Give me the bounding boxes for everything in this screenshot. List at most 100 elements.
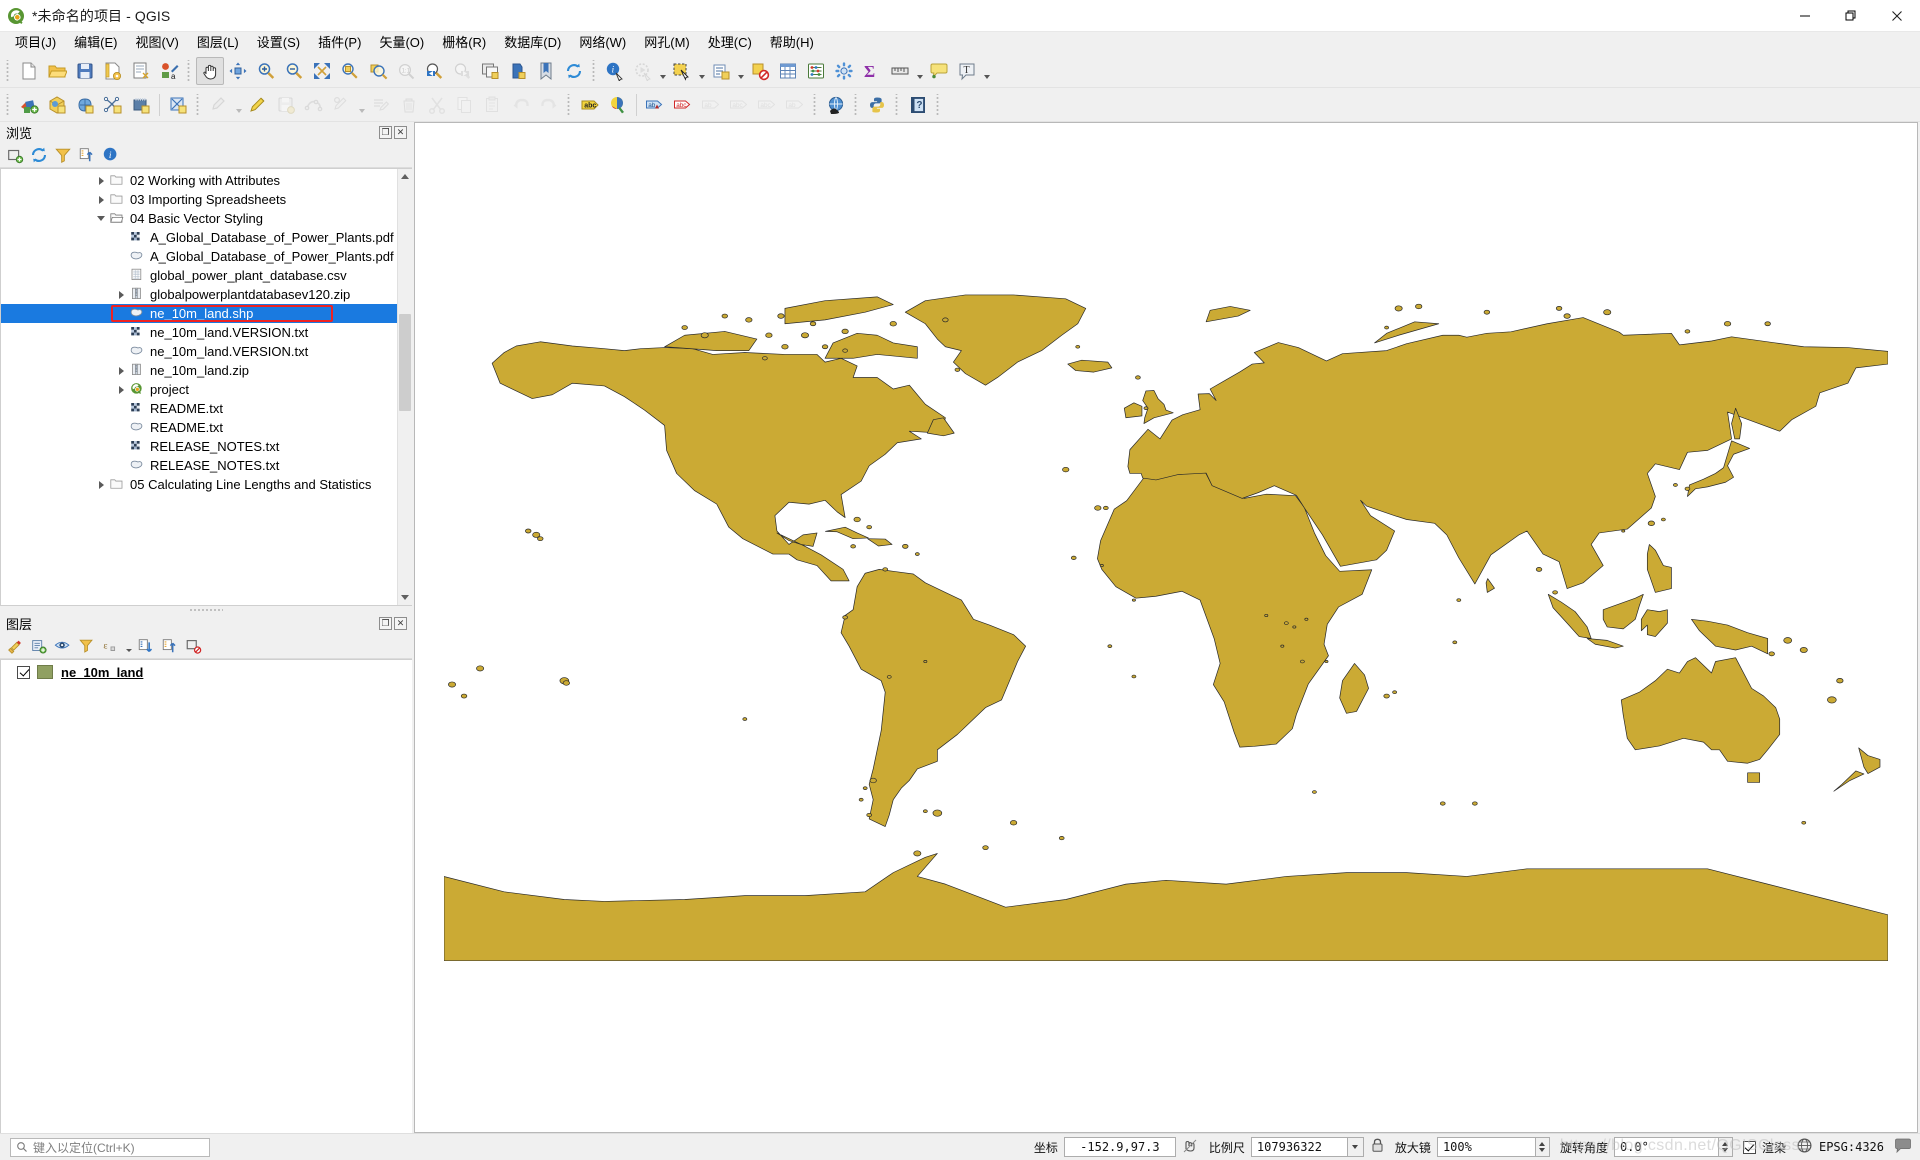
- zoom-to-layer-button[interactable]: [364, 57, 392, 85]
- browser-tree-item[interactable]: ne_10m_land.VERSION.txt: [1, 342, 397, 361]
- new-shapefile-layer-button[interactable]: [164, 91, 192, 119]
- layers-remove-button[interactable]: [183, 635, 205, 657]
- browser-tree-item[interactable]: 05 Calculating Line Lengths and Statisti…: [1, 475, 397, 494]
- bookmarks-button[interactable]: [532, 57, 560, 85]
- browser-tree-item[interactable]: README.txt: [1, 399, 397, 418]
- browser-tree-item[interactable]: ne_10m_land.zip: [1, 361, 397, 380]
- measure-line-button[interactable]: [886, 57, 914, 85]
- browser-tree-item[interactable]: 03 Importing Spreadsheets: [1, 190, 397, 209]
- chevron-right-icon[interactable]: [93, 481, 109, 489]
- deselect-features-button[interactable]: [746, 57, 774, 85]
- open-data-source-manager-button[interactable]: [15, 91, 43, 119]
- python-console-button[interactable]: [863, 91, 891, 119]
- new-project-button[interactable]: [15, 57, 43, 85]
- menu-processing[interactable]: 处理(C): [699, 33, 761, 54]
- browser-tree[interactable]: 02 Working with Attributes 03 Importing S…: [1, 169, 397, 605]
- scrollbar-track[interactable]: [398, 184, 412, 590]
- new-3d-map-view-button[interactable]: [504, 57, 532, 85]
- browser-tree-item[interactable]: RELEASE_NOTES.txt: [1, 456, 397, 475]
- maximize-restore-button[interactable]: [1828, 0, 1874, 32]
- pan-map-button[interactable]: [196, 56, 224, 85]
- messages-group[interactable]: [1894, 1138, 1912, 1157]
- statistical-summary-button[interactable]: Σ: [858, 57, 886, 85]
- layers-collapse-all-button[interactable]: [159, 635, 181, 657]
- menu-project[interactable]: 项目(J): [6, 33, 65, 54]
- toolbar-drag-handle[interactable]: [894, 93, 901, 116]
- processing-toolbox-button[interactable]: [830, 57, 858, 85]
- style-manager-button[interactable]: a: [155, 57, 183, 85]
- new-map-view-button[interactable]: [476, 57, 504, 85]
- toolbar-drag-handle[interactable]: [812, 93, 819, 116]
- pin-labels-button[interactable]: abc: [669, 91, 697, 119]
- menu-edit[interactable]: 编辑(E): [65, 33, 126, 54]
- coordinate-value[interactable]: -152.9,97.3: [1063, 1137, 1176, 1157]
- toolbar-drag-handle[interactable]: [5, 93, 12, 116]
- toggle-extents-icon[interactable]: [1182, 1137, 1199, 1157]
- browser-vertical-scrollbar[interactable]: [397, 169, 412, 605]
- scrollbar-thumb[interactable]: [399, 313, 411, 412]
- identify-features-button[interactable]: i: [601, 57, 629, 85]
- zoom-in-button[interactable]: [252, 57, 280, 85]
- zoom-last-button[interactable]: [420, 57, 448, 85]
- browser-tree-item[interactable]: A_Global_Database_of_Power_Plants.pdf: [1, 247, 397, 266]
- menu-vector[interactable]: 矢量(O): [370, 33, 433, 54]
- text-annotation-button[interactable]: T: [953, 57, 981, 85]
- chevron-down-icon[interactable]: [735, 57, 746, 85]
- map-canvas[interactable]: [414, 122, 1918, 1133]
- locator-search-input[interactable]: 键入以定位(Ctrl+K): [10, 1137, 210, 1157]
- scroll-down-arrow-icon[interactable]: [398, 590, 412, 605]
- crs-label[interactable]: EPSG:4326: [1819, 1140, 1884, 1154]
- browser-tree-item[interactable]: 02 Working with Attributes: [1, 171, 397, 190]
- layer-list-item[interactable]: ne_10m_land: [1, 662, 412, 682]
- chevron-down-icon[interactable]: [233, 91, 244, 119]
- toolbar-drag-handle[interactable]: [935, 93, 942, 116]
- browser-tree-item[interactable]: A_Global_Database_of_Power_Plants.pdf: [1, 228, 397, 247]
- chevron-down-icon[interactable]: [657, 57, 668, 85]
- browser-properties-button[interactable]: i: [100, 144, 122, 166]
- layers-add-group-button[interactable]: [28, 635, 50, 657]
- add-vector-layer-button[interactable]: [43, 91, 71, 119]
- save-project-button[interactable]: [71, 57, 99, 85]
- close-button[interactable]: [1874, 0, 1920, 32]
- browser-tree-item[interactable]: 04 Basic Vector Styling: [1, 209, 397, 228]
- menu-raster[interactable]: 栅格(R): [433, 33, 495, 54]
- add-raster-layer-button[interactable]: [71, 91, 99, 119]
- chevron-down-icon[interactable]: [124, 635, 133, 657]
- open-attribute-table-button[interactable]: [774, 57, 802, 85]
- menu-web[interactable]: 网络(W): [570, 33, 635, 54]
- messages-icon[interactable]: [1894, 1138, 1912, 1157]
- magnifier-value[interactable]: 100%: [1436, 1137, 1535, 1157]
- menu-plugins[interactable]: 插件(P): [309, 33, 370, 54]
- toolbar-drag-handle[interactable]: [853, 93, 860, 116]
- chevron-right-icon[interactable]: [93, 196, 109, 204]
- layers-tree[interactable]: ne_10m_land: [0, 659, 412, 1133]
- refresh-button[interactable]: [560, 57, 588, 85]
- toggle-editing-button[interactable]: [244, 91, 272, 119]
- browser-tree-item[interactable]: README.txt: [1, 418, 397, 437]
- menu-layer[interactable]: 图层(L): [188, 33, 248, 54]
- scale-value[interactable]: 107936322: [1250, 1137, 1347, 1157]
- browser-collapse-all-button[interactable]: [76, 144, 98, 166]
- browser-float-button[interactable]: ❐: [379, 125, 392, 139]
- toolbar-drag-handle[interactable]: [5, 59, 12, 82]
- field-calculator-button[interactable]: [802, 57, 830, 85]
- select-by-value-button[interactable]: [707, 57, 735, 85]
- label-layer-button[interactable]: abc: [576, 91, 604, 119]
- pan-to-selection-button[interactable]: [224, 57, 252, 85]
- lock-scale-icon[interactable]: [1370, 1137, 1385, 1157]
- browser-tree-item[interactable]: ne_10m_land.VERSION.txt: [1, 323, 397, 342]
- render-checkbox[interactable]: [1742, 1140, 1756, 1154]
- menu-settings[interactable]: 设置(S): [248, 33, 309, 54]
- rotation-value[interactable]: 0.0°: [1613, 1137, 1718, 1157]
- layer-styling-button[interactable]: [604, 91, 632, 119]
- browser-filter-button[interactable]: [52, 144, 74, 166]
- browser-tree-item[interactable]: RELEASE_NOTES.txt: [1, 437, 397, 456]
- browser-add-selected-layers-button[interactable]: [4, 144, 26, 166]
- scale-dropdown-arrow-icon[interactable]: [1346, 1137, 1364, 1157]
- crs-group[interactable]: EPSG:4326: [1796, 1137, 1884, 1157]
- zoom-full-button[interactable]: [308, 57, 336, 85]
- map-tips-button[interactable]: [925, 57, 953, 85]
- chevron-right-icon[interactable]: [113, 367, 129, 375]
- chevron-down-icon[interactable]: [981, 57, 992, 85]
- zoom-out-button[interactable]: [280, 57, 308, 85]
